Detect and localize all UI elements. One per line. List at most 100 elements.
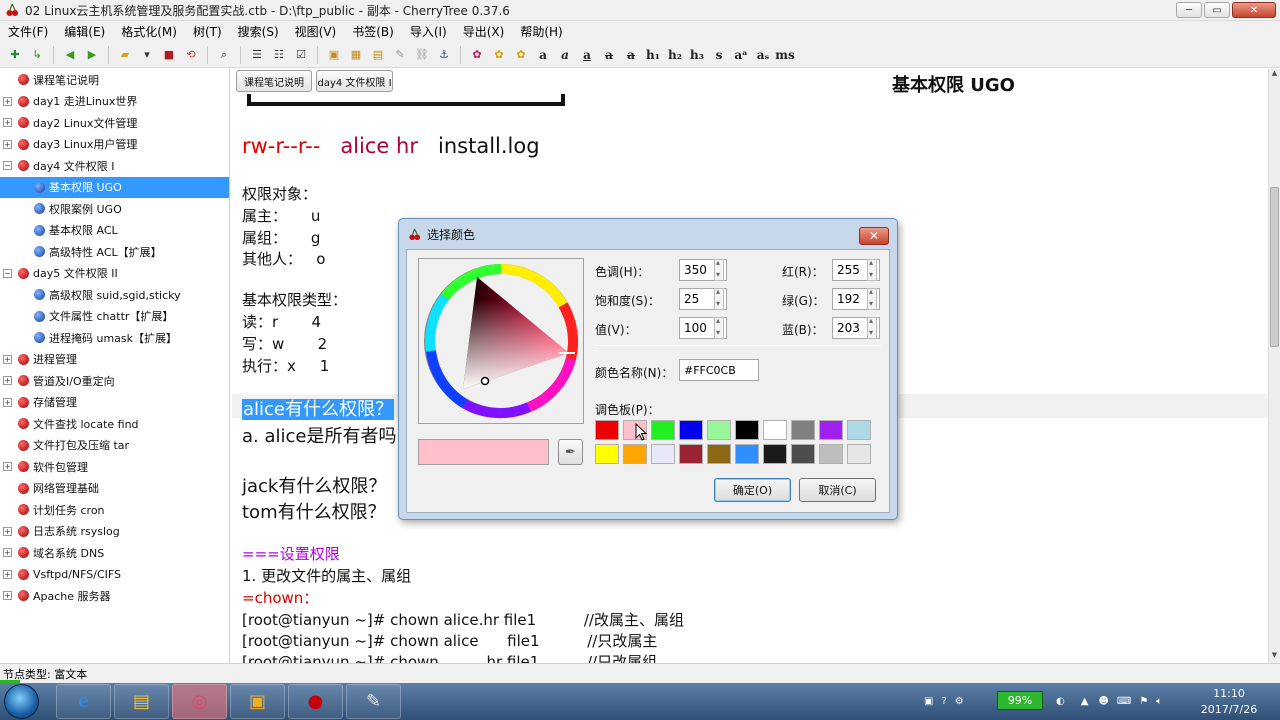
menu-bookmarks[interactable]: 书签(B) [344, 23, 402, 40]
menu-search[interactable]: 搜索(S) [230, 23, 287, 40]
forward-arrow-icon[interactable]: ▶ [83, 46, 101, 64]
bulleted-list-icon[interactable]: ☰ [248, 46, 266, 64]
tree-node[interactable]: + 日志系统 rsyslog [0, 521, 229, 543]
dialog-title-bar[interactable]: 选择颜色 ✕ [399, 219, 897, 249]
vertical-scrollbar[interactable]: ▲ ▼ [1268, 69, 1280, 663]
saturation-stepper[interactable] [714, 287, 724, 310]
expand-icon[interactable]: + [3, 139, 12, 149]
collapse-icon[interactable]: − [3, 268, 12, 278]
palette-swatch[interactable] [651, 420, 675, 440]
ok-button[interactable]: 确定(O) [714, 478, 791, 502]
expand-icon[interactable]: + [3, 526, 12, 536]
minimize-button[interactable]: ─ [1176, 2, 1202, 18]
menu-file[interactable]: 文件(F) [0, 23, 56, 40]
insert-file-icon[interactable]: ✎ [391, 46, 409, 64]
tree-node[interactable]: − day5 文件权限 II [0, 263, 229, 285]
tray-help-icon[interactable]: ? [941, 696, 946, 707]
tree-node[interactable]: 网络管理基础 [0, 478, 229, 500]
background-color-icon[interactable]: ✿ [490, 46, 508, 64]
tree-node[interactable]: 权限案例 UGO [0, 198, 229, 220]
palette-swatch[interactable] [651, 444, 675, 464]
menu-help[interactable]: 帮助(H) [512, 23, 570, 40]
dialog-close-button[interactable]: ✕ [859, 227, 889, 245]
value-stepper[interactable] [714, 316, 724, 339]
small-icon[interactable]: s [710, 46, 728, 64]
open-folder-icon[interactable]: ▰ [116, 46, 134, 64]
taskbar-paint-icon[interactable]: ✎ [346, 684, 401, 719]
search-icon[interactable]: ⌕ [215, 46, 233, 64]
menu-import[interactable]: 导入(I) [402, 23, 455, 40]
scroll-up-icon[interactable]: ▲ [1269, 69, 1280, 81]
palette-swatch[interactable] [623, 444, 647, 464]
palette-swatch[interactable] [847, 444, 871, 464]
tree-node[interactable]: + Apache 服务器 [0, 585, 229, 607]
insert-table-icon[interactable]: ▦ [347, 46, 365, 64]
palette-swatch[interactable] [679, 444, 703, 464]
clock[interactable]: 11:10 2017/7/26 [1196, 686, 1262, 718]
tree-node[interactable]: + day3 Linux用户管理 [0, 134, 229, 156]
menu-edit[interactable]: 编辑(E) [56, 23, 113, 40]
tab-course-notes[interactable]: 课程笔记说明 [236, 70, 312, 92]
taskbar-tool-icon[interactable]: ▣ [230, 684, 285, 719]
tray-qq-icon[interactable]: ☻ [1098, 696, 1108, 707]
blue-stepper[interactable] [867, 316, 877, 339]
insert-link-icon[interactable]: ⛓ [413, 46, 431, 64]
tree-node[interactable]: 进程掩码 umask【扩展】 [0, 327, 229, 349]
green-stepper[interactable] [867, 287, 877, 310]
collapse-icon[interactable]: − [3, 161, 12, 171]
expand-icon[interactable]: + [3, 591, 12, 601]
eyedropper-button[interactable]: ✒ [558, 439, 583, 465]
text-color-icon[interactable]: ✿ [468, 46, 486, 64]
tree-node[interactable]: 计划任务 cron [0, 499, 229, 521]
color-cursor[interactable] [480, 376, 490, 386]
expand-icon[interactable]: + [3, 118, 12, 128]
tree-node[interactable]: 高级权限 suid,sgid,sticky [0, 284, 229, 306]
expand-icon[interactable]: + [3, 569, 12, 579]
superscript-icon[interactable]: aᵃ [732, 46, 750, 64]
scroll-thumb[interactable] [1270, 187, 1279, 347]
add-node-icon[interactable]: ✚ [6, 46, 24, 64]
tree-node[interactable]: + 管道及I/O重定向 [0, 370, 229, 392]
start-button[interactable] [4, 684, 39, 719]
tree-node[interactable]: + 软件包管理 [0, 456, 229, 478]
hue-wheel-graphic[interactable] [419, 259, 583, 423]
tree-node[interactable]: + 域名系统 DNS [0, 542, 229, 564]
expand-icon[interactable]: + [3, 376, 12, 386]
tray-settings-icon[interactable]: ⚙ [955, 696, 964, 707]
clear-format-icon[interactable]: ✿ [512, 46, 530, 64]
tree-node[interactable]: + day1 走进Linux世界 [0, 91, 229, 113]
tree-node[interactable]: + 进程管理 [0, 349, 229, 371]
tray-expand-icon[interactable]: ▲ [1081, 696, 1089, 707]
palette-swatch[interactable] [791, 444, 815, 464]
expand-icon[interactable]: + [3, 397, 12, 407]
tree-node[interactable]: − day4 文件权限 I [0, 155, 229, 177]
taskbar-explorer-icon[interactable]: ▤ [114, 684, 169, 719]
tray-bluetooth-icon[interactable]: ◐ [1056, 696, 1065, 707]
tray-flag-icon[interactable]: ⚑ [1139, 696, 1148, 707]
todo-list-icon[interactable]: ☑ [292, 46, 310, 64]
scroll-down-icon[interactable]: ▼ [1269, 651, 1280, 663]
red-stepper[interactable] [867, 258, 877, 281]
color-wheel[interactable] [418, 258, 584, 424]
palette-swatch[interactable] [679, 420, 703, 440]
palette-swatch[interactable] [595, 444, 619, 464]
taskbar-cherrytree-icon[interactable]: ● [288, 684, 343, 719]
menu-export[interactable]: 导出(X) [455, 23, 513, 40]
italic-icon[interactable]: a [556, 46, 574, 64]
subscript-icon[interactable]: aₛ [754, 46, 772, 64]
heading2-icon[interactable]: h₂ [666, 46, 684, 64]
insert-codebox-icon[interactable]: ▤ [369, 46, 387, 64]
expand-icon[interactable]: + [3, 354, 12, 364]
close-button[interactable]: ✕ [1232, 2, 1276, 18]
maximize-button[interactable]: ▭ [1204, 2, 1230, 18]
cancel-button[interactable]: 取消(C) [799, 478, 876, 502]
tree-node[interactable]: 文件属性 chattr【扩展】 [0, 306, 229, 328]
tree-node[interactable]: 文件查找 locate find [0, 413, 229, 435]
palette-swatch[interactable] [819, 444, 843, 464]
palette-swatch[interactable] [763, 420, 787, 440]
expand-icon[interactable]: + [3, 96, 12, 106]
heading1-icon[interactable]: h₁ [644, 46, 662, 64]
tree-node[interactable]: 文件打包及压缩 tar [0, 435, 229, 457]
tree-node[interactable]: 基本权限 ACL [0, 220, 229, 242]
taskbar-ie-icon[interactable]: e [56, 684, 111, 719]
